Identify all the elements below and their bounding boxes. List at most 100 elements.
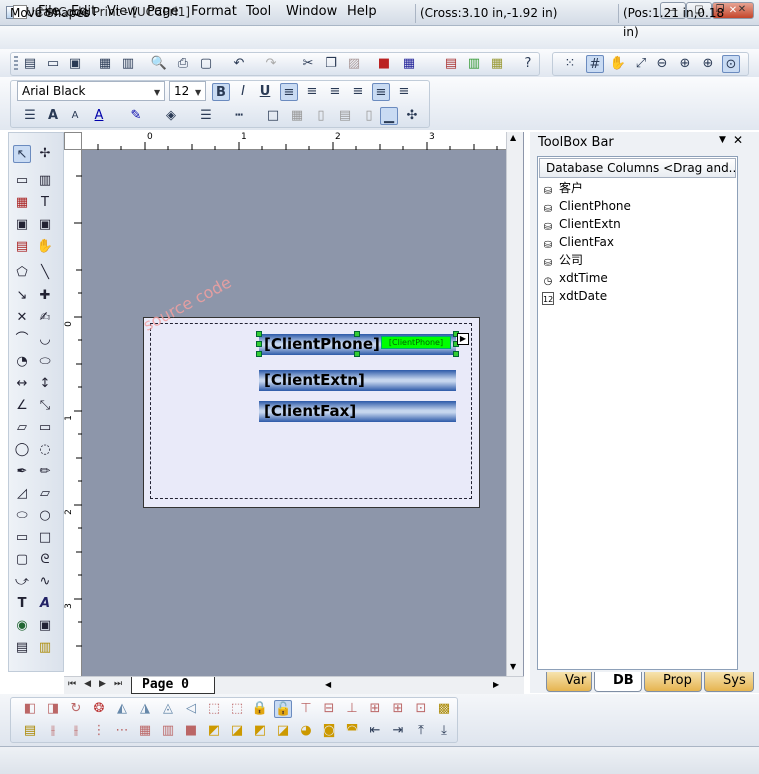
zoom-fit-icon[interactable]: ⤢ [632, 55, 650, 73]
menu-format[interactable]: Format [191, 4, 237, 19]
mirror-icon[interactable]: ◁ [182, 700, 200, 718]
list-item[interactable]: ◷ xdtTime [542, 269, 608, 287]
snap-grid-icon[interactable]: # [586, 55, 604, 73]
help-icon[interactable]: ? [519, 55, 537, 73]
same-height-icon[interactable]: ⫲ [67, 722, 85, 740]
border-bottom-icon[interactable]: ▁ [380, 107, 398, 125]
nudge-left-icon[interactable]: ⇤ [366, 722, 384, 740]
bullets-icon[interactable]: ☰ [21, 107, 39, 125]
fill-color-icon[interactable]: ◈ [162, 107, 180, 125]
open-icon[interactable]: ▭ [44, 55, 62, 73]
ellipse-outline-icon[interactable]: ⬭ [36, 353, 54, 371]
flip-vertical-icon[interactable]: ◬ [159, 700, 177, 718]
align-left-icon[interactable]: ≡ [280, 83, 298, 101]
resize-handle[interactable] [354, 331, 360, 337]
square-tool-icon[interactable]: □ [36, 529, 54, 547]
page-tab[interactable]: Page 0 [131, 677, 215, 694]
align-right-icon[interactable]: ≡ [326, 83, 344, 101]
same-width-icon[interactable]: ⫲ [44, 722, 62, 740]
cross-line-icon[interactable]: ✚ [36, 287, 54, 305]
same-size-icon[interactable]: ▤ [21, 722, 39, 740]
redo-icon[interactable]: ↷ [262, 55, 280, 73]
distribute-2-icon[interactable]: ⋯ [113, 722, 131, 740]
backward-icon[interactable]: ◩ [251, 722, 269, 740]
vertical-scrollbar[interactable]: ▲ ▼ [506, 132, 523, 677]
distribute-4-icon[interactable]: ▥ [159, 722, 177, 740]
resize-handle[interactable] [354, 351, 360, 357]
grid-colors-icon[interactable]: ▦ [488, 55, 506, 73]
toolbar-grip[interactable] [14, 56, 18, 72]
diagonal-dimension-icon[interactable]: ⤡ [36, 397, 54, 415]
table-icon[interactable]: ▥ [119, 55, 137, 73]
callout-rect-icon[interactable]: ▱ [13, 419, 31, 437]
print-setup-icon[interactable]: ▢ [197, 55, 215, 73]
pan-hand-icon[interactable]: ✋ [609, 55, 627, 73]
polygon-tool-icon[interactable]: ⬠ [13, 264, 31, 282]
tab-sys[interactable]: Sys [704, 672, 754, 692]
align-middle-icon[interactable]: ≡ [372, 83, 390, 101]
size-2-icon[interactable]: ⬚ [228, 700, 246, 718]
image-insert-icon[interactable]: ▣ [36, 617, 54, 635]
border-right-icon[interactable]: ▯ [360, 107, 378, 125]
columns-tool-icon[interactable]: ▥ [36, 639, 54, 657]
font-name-dropdown-icon[interactable]: ▼ [154, 88, 160, 97]
tab-prop[interactable]: Prop [644, 672, 702, 692]
font-color-icon[interactable]: A [90, 107, 108, 125]
zoom-in-icon[interactable]: ⊕ [676, 55, 694, 73]
list-item[interactable]: ⛁ 客户 [542, 179, 583, 197]
underline-icon[interactable]: U [256, 83, 274, 101]
list-item[interactable]: ⛁ 公司 [542, 251, 583, 269]
line-style-icon[interactable]: ┅ [230, 107, 248, 125]
image-tool-icon[interactable]: ▭ [13, 172, 31, 190]
order-4-icon[interactable]: ◚ [343, 722, 361, 740]
circle-tool-icon[interactable]: ○ [36, 507, 54, 525]
space-down-icon[interactable]: ⊞ [389, 700, 407, 718]
menu-tool[interactable]: Tool [246, 4, 271, 19]
line-color-icon[interactable]: ✎ [127, 107, 145, 125]
rotate-select-icon[interactable]: ✢ [36, 145, 54, 163]
print-preview-icon[interactable]: 🔍 [150, 55, 168, 73]
shape-edit-icon[interactable]: ◿ [13, 485, 31, 503]
align-center-shape-icon[interactable]: ◨ [44, 700, 62, 718]
scroll-right-icon[interactable]: ▶ [493, 680, 499, 689]
page-setup-icon[interactable]: ▤ [442, 55, 460, 73]
align-top-shape-icon[interactable]: ⊤ [297, 700, 315, 718]
align-bottom-shape-icon[interactable]: ⊥ [343, 700, 361, 718]
spiral-tool-icon[interactable]: ᘓ [36, 551, 54, 569]
dot-grid-icon[interactable]: ⁙ [561, 55, 579, 73]
order-2-icon[interactable]: ◕ [297, 722, 315, 740]
freeform-tool-icon[interactable]: ✍ [36, 309, 54, 327]
zoom-select-icon[interactable]: ⊙ [722, 55, 740, 73]
globe-tool-icon[interactable]: ◉ [13, 617, 31, 635]
align-middle-shape-icon[interactable]: ⊟ [320, 700, 338, 718]
group-icon[interactable]: ❂ [90, 700, 108, 718]
cross-arrows-icon[interactable]: ✕ [13, 309, 31, 327]
arrow-line-icon[interactable]: ↘ [13, 287, 31, 305]
arc-tool-icon[interactable]: ⌒ [13, 331, 31, 349]
table-tool-icon[interactable]: ▤ [13, 238, 31, 256]
order-icon[interactable]: ◪ [274, 722, 292, 740]
order-3-icon[interactable]: ◙ [320, 722, 338, 740]
nudge-right-icon[interactable]: ⇥ [389, 722, 407, 740]
tab-db[interactable]: DB [594, 672, 642, 692]
dotted-curve-icon[interactable]: ⤻ [13, 573, 31, 591]
export-icon[interactable]: ▥ [465, 55, 483, 73]
undo-icon[interactable]: ↶ [230, 55, 248, 73]
border-inner-icon[interactable]: ▦ [288, 107, 306, 125]
border-horizontal-icon[interactable]: ▤ [336, 107, 354, 125]
flip-horizontal-icon[interactable]: ◮ [136, 700, 154, 718]
select-arrow-icon[interactable]: ↖ [13, 145, 31, 163]
resize-handle[interactable] [256, 351, 262, 357]
art-text-icon[interactable]: A [36, 595, 54, 613]
rectangle-tool-icon[interactable]: ▭ [13, 529, 31, 547]
save-icon[interactable]: ▣ [66, 55, 84, 73]
bold-icon[interactable]: B [212, 83, 230, 101]
align-center-icon[interactable]: ≡ [303, 83, 321, 101]
font-size-dropdown-icon[interactable]: ▼ [195, 88, 201, 97]
zoom-out-icon[interactable]: ⊖ [653, 55, 671, 73]
shrink-font-icon[interactable]: A [66, 107, 84, 125]
shape-edit-2-icon[interactable]: ▱ [36, 485, 54, 503]
pattern-icon[interactable]: ▩ [435, 700, 453, 718]
border-left-icon[interactable]: ▯ [312, 107, 330, 125]
list-item[interactable]: ⛁ ClientExtn [542, 215, 621, 233]
